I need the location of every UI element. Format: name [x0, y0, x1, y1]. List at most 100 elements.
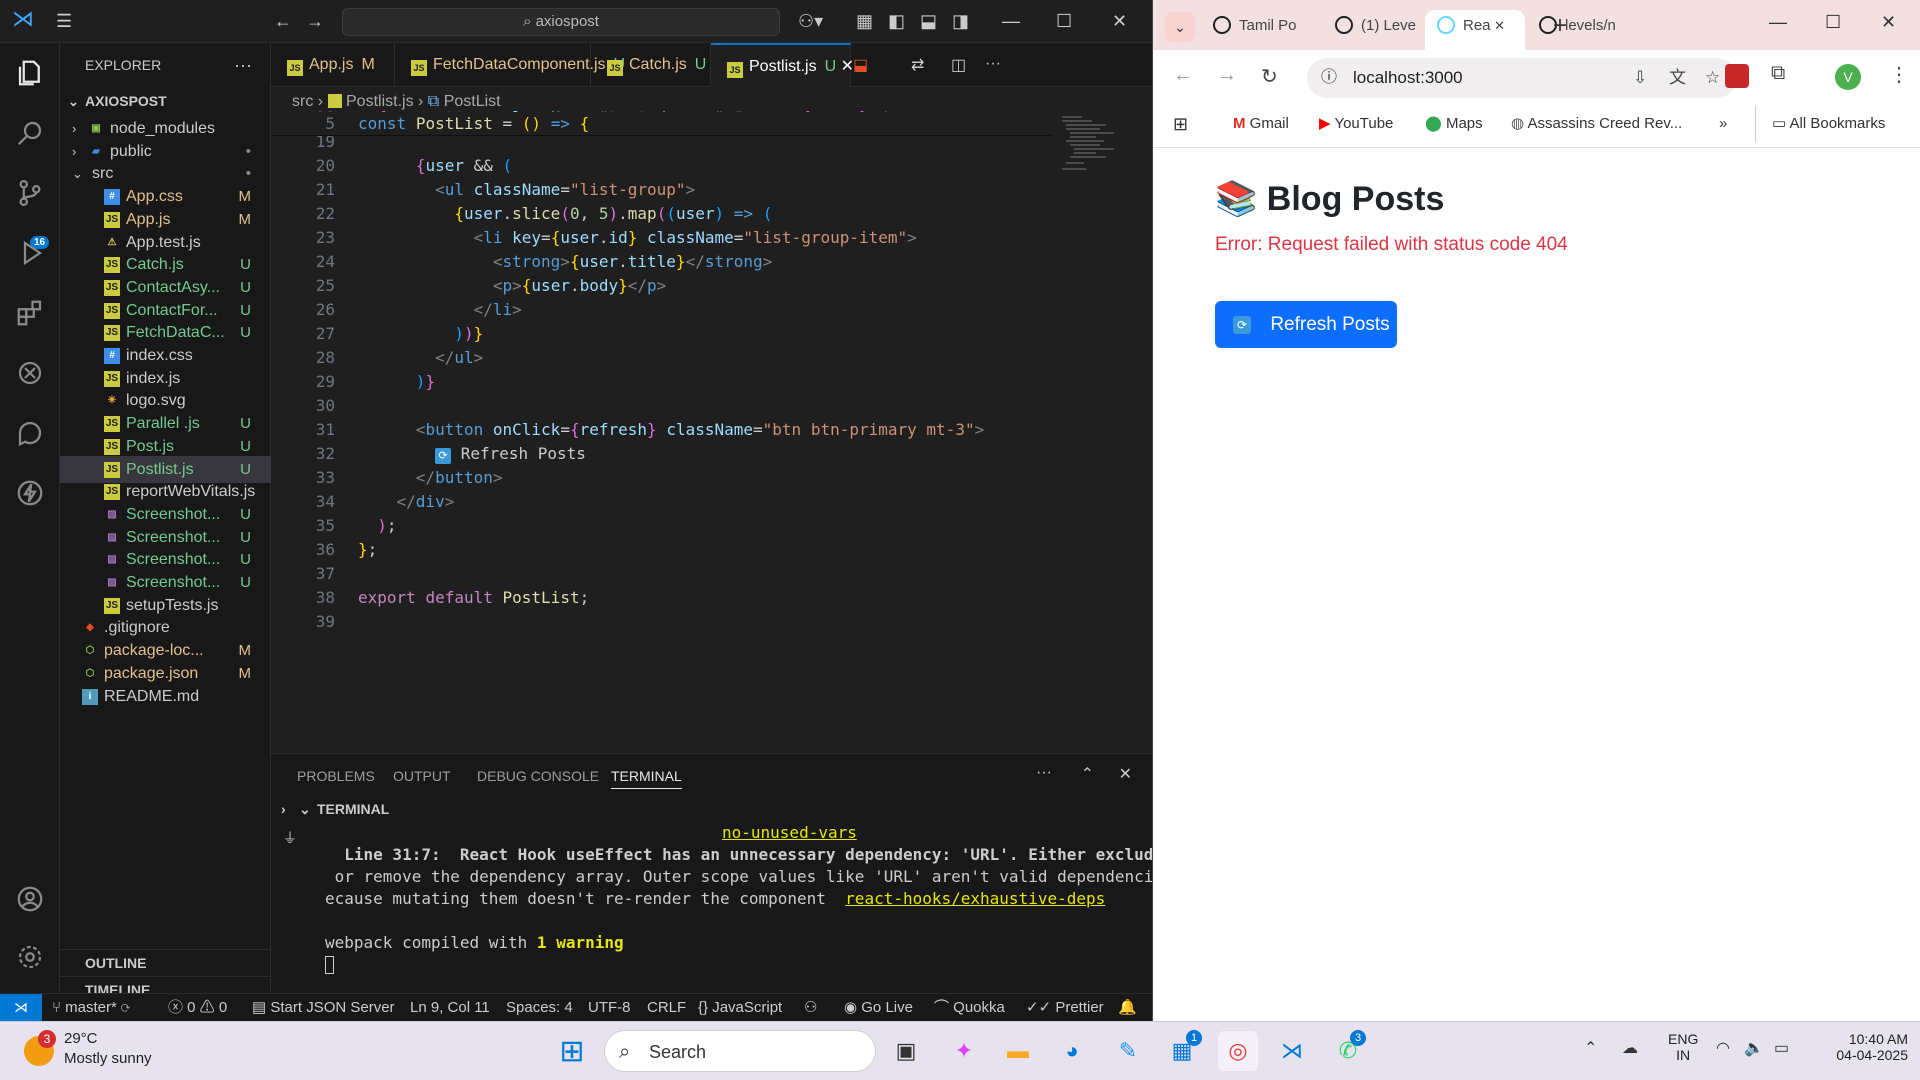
translate-icon[interactable]: 文 [1669, 58, 1686, 98]
browser-tab[interactable]: levels/n [1527, 10, 1623, 50]
profile-avatar[interactable]: V [1835, 64, 1861, 90]
outline-section[interactable]: OUTLINE [60, 949, 271, 976]
apps-grid-icon[interactable]: ⊞ [1173, 106, 1188, 142]
panel-more-icon[interactable]: ··· [1036, 764, 1052, 782]
menu-icon[interactable]: ☰ [56, 11, 72, 31]
file-explorer-icon[interactable]: ▬ [998, 1031, 1038, 1071]
copilot-icon[interactable]: ⚇▾ [798, 11, 823, 31]
source-control-icon[interactable] [14, 177, 46, 209]
maximize-icon[interactable]: ☐ [1056, 11, 1072, 31]
cursor-position[interactable]: Ln 9, Col 11 [410, 994, 490, 1021]
sticky-scroll[interactable]: 5 const PostList = () => { [271, 112, 1051, 136]
chatgpt-icon[interactable] [14, 357, 46, 389]
account-icon[interactable] [14, 883, 46, 915]
editor-tab[interactable]: JS App.js M [271, 43, 395, 87]
more-actions-icon[interactable]: ··· [985, 55, 1001, 73]
layout-icon[interactable]: ▦ [856, 11, 873, 31]
problems-status[interactable]: ⓧ 0 ⚠ 0 [168, 994, 227, 1021]
settings-gear-icon[interactable] [14, 941, 46, 973]
html-file-icon[interactable]: ⬓ [853, 55, 868, 75]
site-info-icon[interactable]: ⓘ [1321, 58, 1337, 98]
terminal-output[interactable]: no-unused-vars Line 31:7: React Hook use… [325, 822, 1192, 976]
branch-status[interactable]: ⑂ master* ⟳ [52, 994, 130, 1021]
chrome-icon[interactable]: ◎ [1218, 1031, 1258, 1071]
indentation-status[interactable]: Spaces: 4 [506, 994, 573, 1021]
close-icon[interactable]: ✕ [1881, 12, 1896, 33]
bookmark-star-icon[interactable]: ☆ [1705, 58, 1720, 98]
explorer-icon[interactable] [14, 57, 46, 89]
prettier-button[interactable]: ✓✓ Prettier [1026, 994, 1104, 1021]
browser-tab[interactable]: Tamil Po [1201, 10, 1297, 50]
toggle-panel-icon[interactable]: ⬓ [920, 11, 937, 31]
minimize-icon[interactable]: — [1769, 12, 1787, 33]
search-icon[interactable] [14, 117, 46, 149]
show-hidden-icons[interactable]: ⌃ [1584, 1038, 1597, 1058]
language-status[interactable]: {} JavaScript [698, 994, 782, 1021]
maximize-icon[interactable]: ☐ [1825, 12, 1841, 33]
chrome-menu-icon[interactable]: ⋮ [1889, 62, 1909, 87]
weather-desc[interactable]: Mostly sunny [64, 1050, 152, 1067]
open-changes-icon[interactable]: ⇄ [911, 55, 924, 75]
panel-tab[interactable]: TERMINAL [611, 764, 682, 789]
panel-tab[interactable]: DEBUG CONSOLE [477, 764, 599, 788]
close-tab-icon[interactable]: ✕ [1491, 18, 1505, 33]
bookmark-gmail[interactable]: M Gmail [1233, 106, 1289, 142]
browser-tab[interactable]: Rea ✕ [1425, 10, 1525, 50]
code-editor[interactable]: 5 const PostList = () => { 1819202122232… [271, 108, 1152, 753]
project-root[interactable]: ⌄ AXIOSPOST [60, 88, 271, 115]
forward-arrow-icon[interactable]: → [306, 11, 324, 31]
all-bookmarks[interactable]: ▭ All Bookmarks [1755, 106, 1885, 142]
toggle-secondary-sidebar-icon[interactable]: ◨ [952, 11, 969, 31]
tab-search-icon[interactable]: ⌄ [1165, 12, 1195, 42]
taskbar-search[interactable]: ⌕ Search [604, 1030, 876, 1072]
windows-start-icon[interactable]: ⊞ [552, 1031, 592, 1071]
address-bar[interactable]: ⓘ localhost:3000 ⇩ 文 ☆ [1307, 58, 1737, 98]
volume-icon[interactable]: 🔈 [1744, 1038, 1764, 1058]
panel-tab[interactable]: OUTPUT [393, 764, 451, 788]
visual-studio-icon[interactable]: ✎ [1108, 1031, 1148, 1071]
extensions-puzzle-icon[interactable]: ⧉ [1771, 62, 1785, 85]
toggle-sidebar-icon[interactable]: ◧ [888, 11, 905, 31]
more-actions-icon[interactable]: ··· [234, 43, 252, 87]
minimize-icon[interactable]: — [1002, 11, 1020, 31]
close-icon[interactable]: ✕ [1112, 11, 1127, 31]
copilot-status-icon[interactable]: ⚇ [804, 994, 817, 1021]
refresh-posts-button[interactable]: ⟳ Refresh Posts [1215, 301, 1397, 348]
bookmark-youtube[interactable]: ▶ YouTube [1319, 106, 1393, 142]
task-view-icon[interactable]: ▣ [886, 1031, 926, 1071]
back-arrow-icon[interactable]: ← [274, 11, 292, 31]
thunder-client-icon[interactable] [14, 477, 46, 509]
browser-tab[interactable]: (1) Leve [1323, 10, 1419, 50]
editor-tab[interactable]: JSFetchDataComponent.jsU [395, 43, 625, 87]
tree-file[interactable]: i README.md [60, 683, 271, 710]
run-debug-icon[interactable] [14, 237, 46, 269]
editor-tab[interactable]: JS Catch.js U [591, 43, 711, 87]
eol-status[interactable]: CRLF [647, 994, 686, 1021]
reload-icon[interactable]: ↻ [1261, 64, 1278, 89]
bookmark-maps[interactable]: ⬤ Maps [1425, 106, 1483, 142]
editor-tab[interactable]: JS Postlist.js U ✕ [711, 43, 854, 87]
split-editor-icon[interactable]: ◫ [951, 55, 966, 75]
vscode-icon[interactable]: ⋊ [1272, 1031, 1312, 1071]
minimap[interactable] [1058, 112, 1138, 192]
remote-icon[interactable]: ⋊ [0, 994, 42, 1021]
close-panel-icon[interactable]: ✕ [1119, 764, 1132, 784]
json-server-button[interactable]: ▤ Start JSON Server [252, 994, 395, 1021]
extension-icon[interactable] [1725, 64, 1749, 88]
back-arrow-icon[interactable]: ← [1173, 64, 1193, 87]
onedrive-icon[interactable]: ☁ [1622, 1038, 1638, 1058]
panel-tab[interactable]: PROBLEMS [297, 764, 375, 788]
bookmark-assassins-creed[interactable]: ◍ Assassins Creed Rev... [1511, 106, 1682, 142]
weather-temp[interactable]: 29°C [64, 1030, 98, 1047]
install-app-icon[interactable]: ⇩ [1633, 58, 1647, 98]
more-bookmarks-icon[interactable]: » [1719, 106, 1727, 142]
wifi-icon[interactable]: ◠ [1716, 1038, 1730, 1058]
forward-arrow-icon[interactable]: → [1217, 64, 1237, 87]
go-live-button[interactable]: ◉ Go Live [844, 994, 913, 1021]
maximize-panel-icon[interactable]: ⌃ [1081, 764, 1094, 784]
chevron-down-icon[interactable]: ⌄ [299, 796, 311, 822]
notifications-icon[interactable]: 🔔 [1118, 994, 1137, 1021]
language-indicator[interactable]: ENG IN [1668, 1031, 1698, 1063]
eslint-rule-link[interactable]: react-hooks/exhaustive-deps [845, 889, 1105, 908]
eslint-rule-link[interactable]: no-unused-vars [722, 823, 857, 842]
